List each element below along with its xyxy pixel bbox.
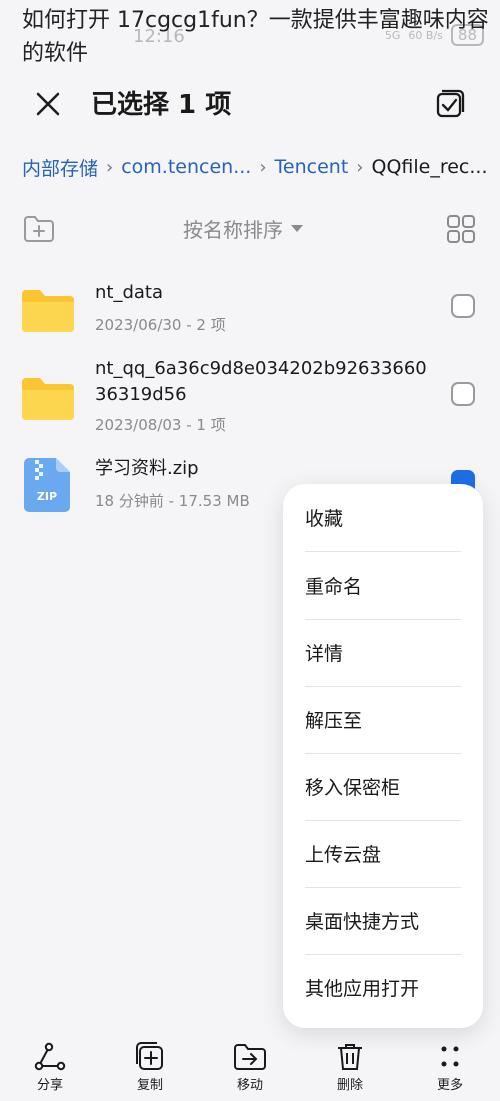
menu-item-extract-to[interactable]: 解压至: [305, 686, 461, 753]
zip-file-icon: ZIP: [24, 458, 70, 516]
share-icon: [34, 1042, 66, 1071]
more-dots-icon: [441, 1046, 459, 1067]
top-bar: 已选择 1 项: [0, 78, 500, 128]
folder-icon: [22, 376, 74, 424]
caret-down-icon: [291, 224, 303, 232]
trash-icon: [338, 1044, 362, 1070]
file-name: nt_data: [95, 282, 164, 303]
folder-icon: [22, 288, 74, 336]
chevron-right-icon: ›: [259, 156, 267, 178]
sort-label: 按名称排序: [183, 218, 283, 242]
grid-view-icon: [447, 215, 475, 243]
share-label: 分享: [36, 1078, 63, 1093]
breadcrumb-qqfile[interactable]: QQfile_rec...: [371, 156, 487, 178]
more-button[interactable]: 更多: [420, 1042, 480, 1100]
share-button[interactable]: 分享: [20, 1042, 80, 1100]
view-toggle-button[interactable]: [446, 214, 476, 244]
chevron-right-icon: ›: [106, 156, 114, 178]
context-menu: 收藏 重命名 详情 解压至 移入保密柜 上传云盘 桌面快捷方式 其他应用打开: [283, 484, 483, 1028]
breadcrumb-tencent[interactable]: Tencent: [275, 156, 349, 178]
move-label: 移动: [236, 1078, 263, 1093]
menu-item-move-to-vault[interactable]: 移入保密柜: [305, 753, 461, 820]
file-row[interactable]: nt_data 2023/06/30 - 2 项: [0, 270, 500, 350]
new-folder-icon: [24, 216, 54, 242]
file-name: nt_qq_6a36c9d8e034202b92633660 36319d56: [95, 358, 427, 405]
new-folder-button[interactable]: [22, 214, 56, 244]
breadcrumb-com-tencent[interactable]: com.tencen...: [121, 156, 251, 178]
breadcrumb-internal-storage[interactable]: 内部存储: [22, 154, 98, 181]
file-name: 学习资料.zip: [95, 458, 199, 479]
selection-title: 已选择 1 项: [91, 90, 232, 120]
copy-label: 复制: [136, 1078, 163, 1093]
menu-item-rename[interactable]: 重命名: [305, 552, 461, 619]
delete-label: 删除: [336, 1078, 363, 1093]
file-checkbox[interactable]: [451, 294, 475, 318]
breadcrumb: 内部存储 › com.tencen... › Tencent › QQfile_…: [22, 152, 500, 182]
menu-item-open-with[interactable]: 其他应用打开: [305, 954, 461, 1021]
move-to-folder-icon: [234, 1044, 266, 1070]
menu-item-upload-cloud[interactable]: 上传云盘: [305, 820, 461, 887]
select-all-button[interactable]: [432, 86, 468, 122]
menu-item-details[interactable]: 详情: [305, 619, 461, 686]
close-icon: [36, 92, 60, 116]
file-checkbox[interactable]: [451, 382, 475, 406]
file-meta: 18 分钟前 - 17.53 MB: [95, 492, 250, 510]
file-row[interactable]: nt_qq_6a36c9d8e034202b92633660 36319d56 …: [0, 356, 500, 436]
copy-icon: [136, 1042, 163, 1070]
copy-button[interactable]: 复制: [120, 1042, 180, 1100]
bottom-action-bar: 分享 复制 移动 删除 更多: [0, 1034, 500, 1101]
zip-icon-label: ZIP: [37, 490, 57, 503]
menu-item-favorite[interactable]: 收藏: [305, 484, 461, 551]
list-toolbar: 按名称排序: [0, 210, 500, 250]
file-meta: 2023/08/03 - 1 项: [95, 416, 226, 434]
close-button[interactable]: [30, 86, 66, 122]
file-meta: 2023/06/30 - 2 项: [95, 316, 226, 334]
more-label: 更多: [436, 1078, 463, 1093]
overlay-title: 如何打开 17cgcg1fun？一款提供丰富趣味内容的软件: [22, 8, 489, 66]
move-button[interactable]: 移动: [220, 1042, 280, 1100]
menu-item-desktop-shortcut[interactable]: 桌面快捷方式: [305, 887, 461, 954]
select-all-icon: [436, 89, 465, 118]
sort-button[interactable]: 按名称排序: [183, 214, 303, 243]
delete-button[interactable]: 删除: [320, 1042, 380, 1100]
chevron-right-icon: ›: [356, 156, 364, 178]
